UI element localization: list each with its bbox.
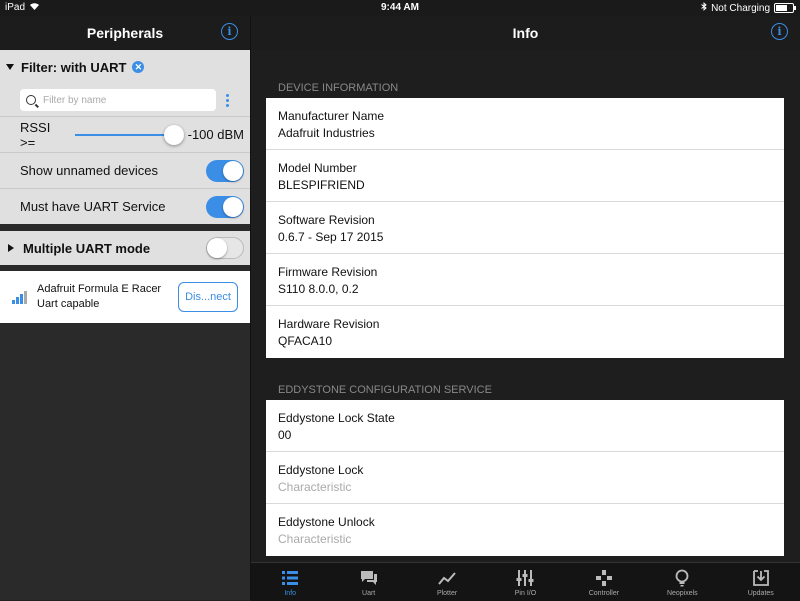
pins-icon [516,570,534,586]
chevron-down-icon [6,64,14,70]
info-row-value: BLESPIFRIEND [278,178,365,192]
info-row-label: Eddystone Lock State [278,411,395,425]
multiple-uart-toggle[interactable] [206,237,244,259]
info-row: Software Revision 0.6.7 - Sep 17 2015 [266,202,784,254]
filter-name-input[interactable] [41,93,205,107]
download-icon [752,570,769,586]
info-row-value: S110 8.0.0, 0.2 [278,282,359,296]
info-row-label: Software Revision [278,213,375,227]
disconnect-button[interactable]: Dis...nect [178,282,238,312]
device-subtitle: Uart capable [37,298,100,310]
search-box[interactable] [20,89,216,111]
info-title: Info [512,25,539,41]
section-header: DEVICE INFORMATION [278,82,399,94]
gamepad-icon [595,570,612,586]
chevron-right-icon [8,244,14,252]
filter-panel: Filter: with UART ✕ RSSI >= -100 dBM Sho… [0,50,250,224]
info-row-label: Eddystone Lock [278,463,364,477]
tab-neopixels[interactable]: Neopixels [643,563,721,601]
section-header: EDDYSTONE CONFIGURATION SERVICE [278,384,492,396]
clock: 9:44 AM [381,2,419,13]
bluetooth-icon [701,2,707,14]
info-row-value: Characteristic [278,480,352,494]
device-name: Adafruit Formula E Racer [37,283,162,295]
eddystone-card: Eddystone Lock State 00 Eddystone Lock C… [266,400,784,556]
info-row: Hardware Revision QFACA10 [266,306,784,358]
info-row[interactable]: Eddystone Lock Characteristic [266,452,784,504]
must-have-uart-label: Must have UART Service [20,199,166,214]
rssi-row: RSSI >= -100 dBM [0,116,250,152]
peripherals-title: Peripherals [86,25,164,41]
tab-label: Info [284,590,297,597]
tab-controller[interactable]: Controller [565,563,643,601]
slider-thumb[interactable] [163,124,184,145]
info-nav-bar: Info i [251,16,800,50]
tab-label: Updates [747,590,774,597]
info-row-label: Manufacturer Name [278,109,385,123]
peripherals-pane: Peripherals i Filter: with UART ✕ RSSI >… [0,16,251,600]
battery-icon [774,3,796,13]
list-icon [282,571,299,585]
info-row[interactable]: Eddystone Unlock Characteristic [266,504,784,556]
multiple-uart-row[interactable]: Multiple UART mode [0,231,250,265]
info-row-label: Eddystone Unlock [278,515,375,529]
info-row: Firmware Revision S110 8.0.0, 0.2 [266,254,784,306]
info-row: Eddystone Lock State 00 [266,400,784,452]
tab-plotter[interactable]: Plotter [408,563,486,601]
status-bar: iPad 9:44 AM Not Charging [0,0,800,16]
info-row-value: QFACA10 [278,334,333,348]
filter-header[interactable]: Filter: with UART ✕ [0,50,250,84]
info-row-value: 0.6.7 - Sep 17 2015 [278,230,384,244]
multiple-uart-label: Multiple UART mode [23,240,151,256]
rssi-value: -100 dBM [187,127,244,142]
info-row-value: Characteristic [278,532,352,546]
show-unnamed-row: Show unnamed devices [0,152,250,188]
info-pane: Info i DEVICE INFORMATION Manufacturer N… [251,16,800,562]
must-have-uart-row: Must have UART Service [0,188,250,224]
tab-uart[interactable]: Uart [329,563,407,601]
line-chart-icon [438,572,456,585]
tab-label: Pin I/O [514,590,537,597]
must-have-uart-toggle[interactable] [206,195,244,218]
device-list-item[interactable]: Adafruit Formula E Racer Uart capable Di… [0,271,250,323]
peripherals-nav-bar: Peripherals i [0,16,250,50]
search-row [0,84,250,116]
info-icon[interactable]: i [771,23,788,40]
tab-info[interactable]: Info [251,563,329,601]
clear-filter-icon[interactable]: ✕ [132,61,145,73]
tab-updates[interactable]: Updates [722,563,800,601]
info-row-label: Hardware Revision [278,317,380,331]
info-row-label: Model Number [278,161,357,175]
info-row-value: Adafruit Industries [278,126,375,140]
info-row: Manufacturer Name Adafruit Industries [266,98,784,150]
signal-strength-icon [12,290,27,304]
lightbulb-icon [675,569,689,587]
rssi-label: RSSI >= [20,119,51,150]
tab-label: Controller [588,590,620,597]
info-icon[interactable]: i [221,23,238,40]
show-unnamed-toggle[interactable] [206,159,244,182]
tab-label: Uart [362,590,376,597]
tab-label: Neopixels [666,590,698,597]
device-information-card: Manufacturer Name Adafruit Industries Mo… [266,98,784,358]
info-row-label: Firmware Revision [278,265,378,279]
tab-bar: Info Uart Plotter Pin I/O Controller Neo… [251,562,800,601]
chat-icon [360,571,377,585]
battery-status: Not Charging [711,2,770,14]
info-row-value: 00 [278,428,292,442]
more-options-icon[interactable] [226,93,229,107]
info-row: Model Number BLESPIFRIEND [266,150,784,202]
search-icon [26,95,36,105]
filter-title: Filter: with UART [21,59,127,75]
show-unnamed-label: Show unnamed devices [20,163,159,178]
rssi-slider[interactable] [74,124,184,145]
tab-label: Plotter [436,590,458,597]
tab-pin-io[interactable]: Pin I/O [486,563,564,601]
